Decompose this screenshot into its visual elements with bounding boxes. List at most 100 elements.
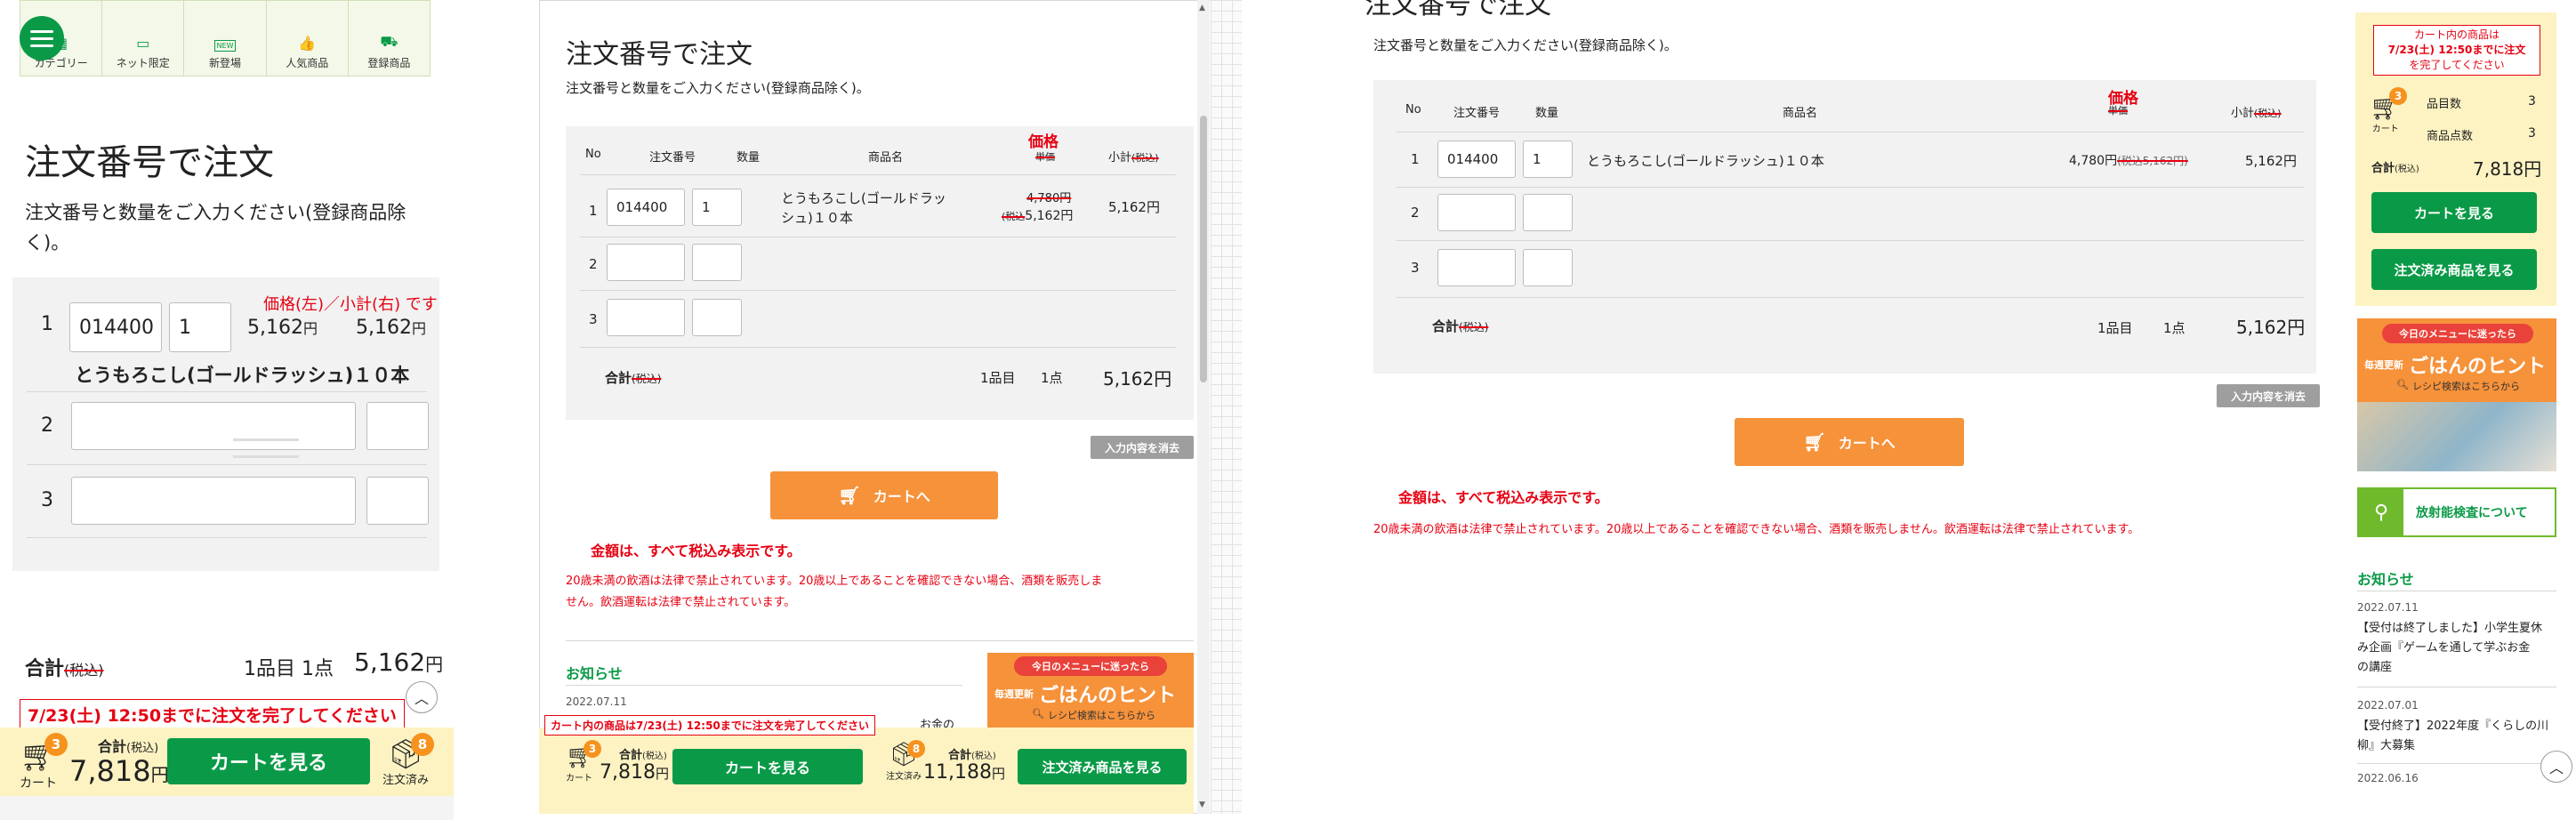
side-total-value: 7,818円 bbox=[2473, 158, 2542, 180]
thumbs-up-icon: 👍 bbox=[298, 35, 317, 52]
view-cart-button[interactable]: カートを見る bbox=[167, 738, 370, 784]
quantity-input[interactable] bbox=[1523, 249, 1573, 286]
items-label: 品目数 bbox=[2427, 98, 2462, 111]
total-items: 1品目 bbox=[2097, 320, 2133, 336]
col-order-number: 注文番号 bbox=[649, 151, 696, 165]
add-to-cart-button[interactable]: 🛒︎ カートへ bbox=[1735, 418, 1964, 466]
order-number-input[interactable] bbox=[607, 244, 685, 281]
footer-strip bbox=[0, 796, 454, 820]
tax-notice: 金額は、すべて税込み表示です。 bbox=[591, 543, 801, 559]
search-icon: 🔍︎ bbox=[1032, 708, 1044, 720]
order-number-input[interactable]: 014400 bbox=[1437, 141, 1516, 178]
alcohol-notice: 20歳未満の飲酒は法律で禁止されています。20歳以上であることを確認できない場合… bbox=[1373, 523, 2140, 536]
quantity-input[interactable]: 1 bbox=[1523, 141, 1573, 178]
order-number-input[interactable]: 014400 bbox=[69, 302, 162, 352]
order-number-input[interactable] bbox=[1437, 194, 1516, 231]
product-name: とうもろこし(ゴールドラッシュ)１０本 bbox=[75, 365, 410, 386]
order-number-input[interactable] bbox=[607, 299, 685, 336]
row-divider bbox=[1397, 297, 2304, 298]
hamburger-menu-button[interactable] bbox=[20, 16, 64, 60]
quantity-input[interactable]: 1 bbox=[169, 302, 231, 352]
add-to-cart-button[interactable]: 🛒︎ カートへ bbox=[770, 471, 998, 519]
recipe-hint-banner[interactable]: 今日のメニューに迷ったら 毎週更新 ごはんのヒント 🔍︎ レシピ検索はこちらから bbox=[2357, 318, 2556, 471]
chevron-up-icon: ︿ bbox=[414, 690, 429, 707]
background-grid bbox=[1211, 0, 1242, 814]
news-divider bbox=[566, 685, 962, 686]
row-number: 3 bbox=[1411, 260, 1420, 276]
page-title: 注文番号で注文 bbox=[25, 142, 274, 183]
banner-ribbon: 今日のメニューに迷ったら bbox=[2382, 324, 2533, 343]
row-number: 2 bbox=[1411, 205, 1420, 221]
ordered-total-amount: 11,188円 bbox=[923, 761, 1005, 784]
row-subtotal: 5,162円 bbox=[356, 317, 426, 339]
row-divider bbox=[580, 347, 1176, 348]
cart-total-amount: 7,818円 bbox=[600, 761, 669, 784]
row-number: 1 bbox=[589, 203, 598, 219]
unit-price: 4,780円(税込5,162円) bbox=[2069, 154, 2188, 168]
col-unit-price: 単価 bbox=[1035, 151, 1055, 163]
nav-registered[interactable]: ⛟ 登録商品 bbox=[347, 1, 430, 76]
cart-icon: 🛒︎ bbox=[1803, 431, 1826, 453]
quantity-input[interactable] bbox=[692, 299, 742, 336]
row-number: 2 bbox=[41, 414, 53, 437]
desktop-view: 注文番号で注文 注文番号と数量をご入力ください(登録商品除く)。 No 注文番号… bbox=[1329, 0, 2576, 820]
view-cart-button[interactable]: カートを見る bbox=[2371, 192, 2537, 233]
col-order-number: 注文番号 bbox=[1453, 107, 1501, 120]
radiation-inspection-banner[interactable]: ⚲ 放射能検査について bbox=[2357, 487, 2556, 537]
view-cart-button[interactable]: カートを見る bbox=[672, 749, 863, 784]
nav-net-limited[interactable]: ▭ ネット限定 bbox=[101, 1, 183, 76]
quantity-input[interactable] bbox=[366, 477, 429, 525]
scroll-up-icon[interactable]: ▲ bbox=[1199, 4, 1205, 12]
header-divider bbox=[580, 174, 1176, 175]
scrollbar-thumb[interactable] bbox=[1200, 116, 1207, 382]
scroll-top-button[interactable]: ︿ bbox=[406, 681, 438, 713]
quantity-input[interactable] bbox=[1523, 194, 1573, 231]
news-item[interactable]: 【受付終了】2022年度『くらしの川 柳』大募集 bbox=[2357, 717, 2548, 756]
news-divider bbox=[2357, 763, 2556, 764]
scroll-down-icon[interactable]: ▼ bbox=[1199, 800, 1205, 809]
order-number-input[interactable]: 014400 bbox=[607, 189, 685, 226]
news-date: 2022.07.11 bbox=[566, 695, 627, 708]
header-divider bbox=[1397, 132, 2304, 133]
row-divider bbox=[580, 290, 1176, 291]
side-total-label: 合計(税込) bbox=[2371, 162, 2419, 175]
quantity-input[interactable] bbox=[692, 244, 742, 281]
banner-small: 毎週更新 bbox=[994, 688, 1034, 700]
points-label: 商品点数 bbox=[2427, 130, 2474, 143]
nav-popular[interactable]: 👍 人気商品 bbox=[265, 1, 348, 76]
news-date: 2022.06.16 bbox=[2357, 772, 2419, 784]
cart-label: カート bbox=[566, 774, 592, 784]
scroll-top-button[interactable]: ︿ bbox=[2540, 751, 2572, 783]
inspection-icon: ⚲ bbox=[2359, 489, 2403, 535]
order-number-input[interactable] bbox=[71, 402, 356, 450]
recipe-hint-banner[interactable]: 今日のメニューに迷ったら 毎週更新 ごはんのヒント 🔍︎ レシピ検索はこちらから bbox=[987, 653, 1194, 728]
tax-notice: 金額は、すべて税込み表示です。 bbox=[1398, 489, 1609, 506]
news-date: 2022.07.11 bbox=[2357, 601, 2419, 614]
scrollbar[interactable]: ▲ ▼ bbox=[1197, 0, 1210, 814]
quantity-input[interactable]: 1 bbox=[692, 189, 742, 226]
view-ordered-button[interactable]: 注文済み商品を見る bbox=[1018, 749, 1187, 784]
clear-input-button[interactable]: 入力内容を消去 bbox=[1091, 436, 1194, 459]
row-number: 2 bbox=[589, 256, 598, 272]
row-subtotal: 5,162円 bbox=[1108, 199, 1160, 215]
cart-badge: 3 bbox=[2389, 87, 2407, 105]
col-quantity: 数量 bbox=[737, 151, 761, 165]
view-ordered-button[interactable]: 注文済み商品を見る bbox=[2371, 249, 2537, 290]
order-number-input[interactable] bbox=[1437, 249, 1516, 286]
news-title: お知らせ bbox=[2357, 571, 2414, 588]
hamburger-icon bbox=[30, 29, 53, 33]
new-icon: NEW bbox=[213, 40, 237, 52]
col-product-name: 商品名 bbox=[1783, 107, 1818, 120]
order-number-input[interactable] bbox=[71, 477, 356, 525]
items-value: 3 bbox=[2528, 94, 2536, 109]
clear-input-button[interactable]: 入力内容を消去 bbox=[2217, 384, 2320, 407]
quantity-input[interactable] bbox=[366, 402, 429, 450]
col-product-name: 商品名 bbox=[868, 151, 904, 165]
ordered-label: 注文済み bbox=[886, 772, 922, 782]
col-no: No bbox=[585, 148, 601, 161]
news-item[interactable]: 【受付は終了しました】小学生夏休 み企画『ゲームを通して学ぶお金 の講座 bbox=[2357, 619, 2542, 678]
ordered-badge: 8 bbox=[907, 740, 925, 758]
total-label: 合計(税込) bbox=[25, 658, 104, 680]
col-no: No bbox=[1405, 103, 1421, 117]
nav-new[interactable]: NEW 新登場 bbox=[183, 1, 265, 76]
